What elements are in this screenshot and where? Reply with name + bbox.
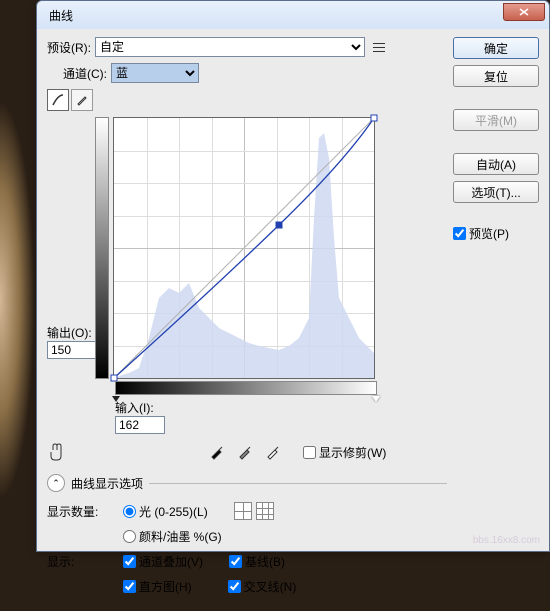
- gray-eyedropper-icon[interactable]: [235, 442, 255, 462]
- ok-button[interactable]: 确定: [453, 37, 539, 59]
- grid-4-icon[interactable]: [234, 502, 252, 520]
- curve-graph[interactable]: [113, 117, 375, 379]
- output-label: 输出(O):: [47, 324, 95, 341]
- expand-toggle-icon[interactable]: ⌃: [47, 474, 65, 492]
- input-input[interactable]: [115, 416, 165, 434]
- auto-button[interactable]: 自动(A): [453, 153, 539, 175]
- divider: [149, 483, 447, 484]
- display-amount-label: 显示数量:: [47, 503, 117, 520]
- horizontal-gradient[interactable]: [115, 381, 377, 395]
- baseline-checkbox[interactable]: 基线(B): [229, 553, 285, 570]
- output-input[interactable]: [47, 341, 97, 359]
- smooth-button[interactable]: 平滑(M): [453, 109, 539, 131]
- curve-line: [114, 118, 374, 378]
- preview-checkbox[interactable]: 预览(P): [453, 225, 539, 242]
- pencil-tool-icon[interactable]: [71, 89, 93, 111]
- channel-label: 通道(C):: [63, 65, 107, 82]
- grid-9-icon[interactable]: [256, 502, 274, 520]
- input-label: 输入(I):: [115, 399, 165, 416]
- watermark: bbs.16xx8.com: [473, 535, 540, 546]
- histogram-checkbox[interactable]: 直方图(H): [123, 578, 192, 595]
- curve-point-highlight[interactable]: [371, 115, 378, 122]
- preset-select[interactable]: 自定: [95, 37, 365, 57]
- vertical-gradient: [95, 117, 109, 379]
- close-button[interactable]: [503, 3, 545, 21]
- channel-overlay-checkbox[interactable]: 通道叠加(V): [123, 553, 203, 570]
- hand-tool-icon[interactable]: [47, 440, 71, 464]
- show-clipping-label: 显示修剪(W): [319, 444, 386, 461]
- preset-label: 预设(R):: [47, 39, 91, 56]
- channel-select[interactable]: 蓝: [111, 63, 199, 83]
- light-radio[interactable]: 光 (0-255)(L): [123, 503, 208, 520]
- show-clipping-checkbox[interactable]: [303, 446, 316, 459]
- curve-point-selected[interactable]: [276, 222, 283, 229]
- preset-menu-icon[interactable]: [371, 39, 387, 55]
- display-label: 显示:: [47, 553, 117, 570]
- titlebar[interactable]: 曲线: [37, 1, 549, 29]
- dialog-title: 曲线: [49, 7, 73, 24]
- reset-button[interactable]: 复位: [453, 65, 539, 87]
- intersection-checkbox[interactable]: 交叉线(N): [228, 578, 297, 595]
- black-slider[interactable]: [112, 396, 120, 402]
- white-slider[interactable]: [372, 396, 380, 402]
- white-eyedropper-icon[interactable]: [263, 442, 283, 462]
- curves-dialog: 曲线 预设(R): 自定 通道(C): 蓝: [36, 0, 550, 552]
- options-button[interactable]: 选项(T)...: [453, 181, 539, 203]
- expand-header-label: 曲线显示选项: [71, 475, 143, 492]
- pigment-radio[interactable]: 颜料/油墨 %(G): [123, 528, 222, 545]
- black-eyedropper-icon[interactable]: [207, 442, 227, 462]
- curve-tool-icon[interactable]: [47, 89, 69, 111]
